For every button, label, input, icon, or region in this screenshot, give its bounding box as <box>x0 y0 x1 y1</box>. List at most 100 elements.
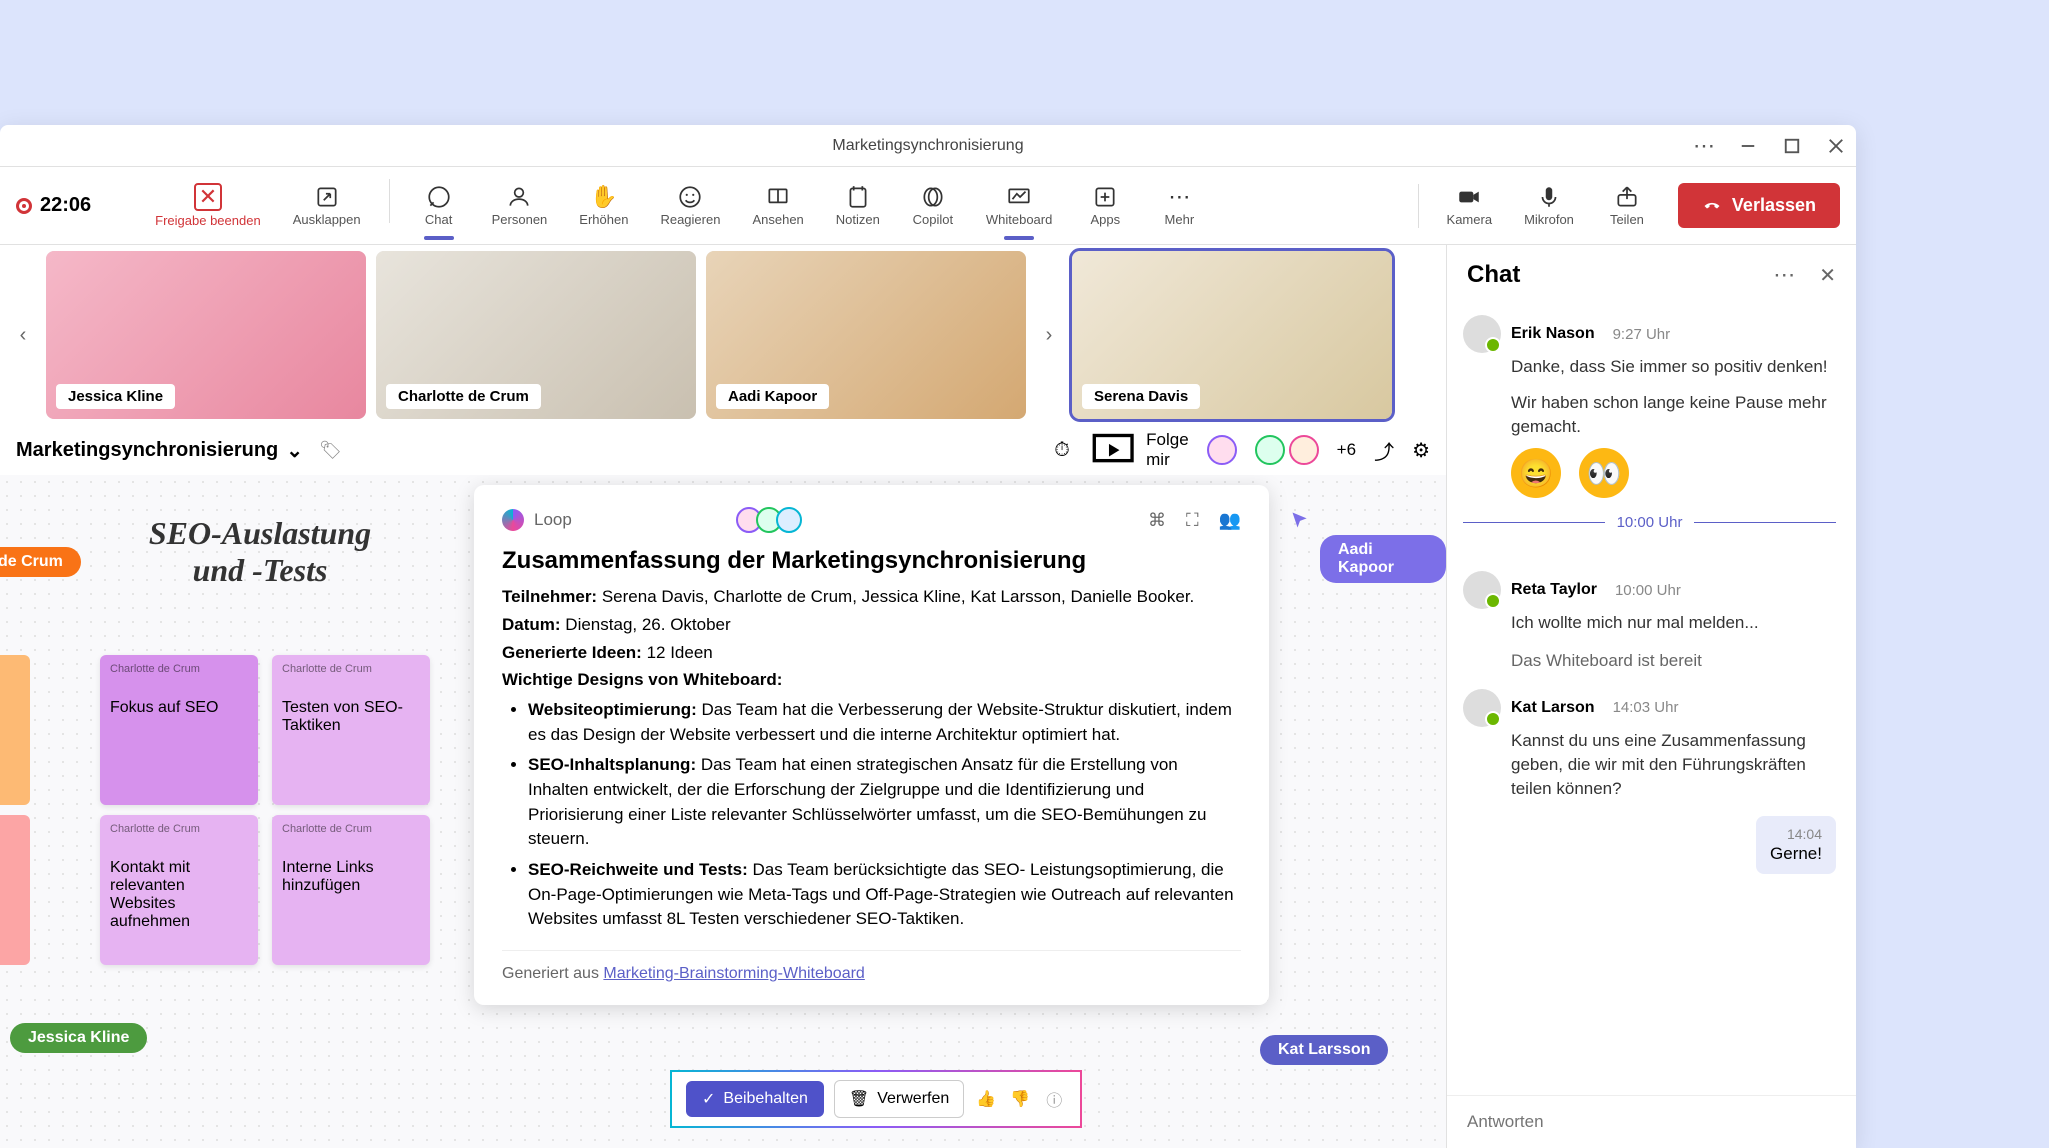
more-icon[interactable] <box>1694 136 1714 156</box>
maximize-button[interactable] <box>1782 136 1802 156</box>
record-icon <box>16 198 32 214</box>
loop-component[interactable]: Loop ⌘ ⛶ 👥 Zusammenfassung der Marketin <box>474 485 1269 1005</box>
sender-name: Kat Larson <box>1511 699 1595 717</box>
loop-actions: ⌘ ⛶ 👥 <box>1148 510 1241 531</box>
participant-name: Charlotte de Crum <box>386 384 541 409</box>
participant-tile[interactable]: Jessica Kline <box>46 251 366 419</box>
people-button[interactable]: Personen <box>478 179 562 232</box>
phone-down-icon <box>1702 196 1722 216</box>
trash-icon: 🗑 <box>849 1089 869 1109</box>
people-icon[interactable]: 👥 <box>1219 510 1241 531</box>
apps-icon <box>1092 184 1118 210</box>
grid-icon[interactable]: ⌘ <box>1148 510 1166 531</box>
popout-button[interactable]: Ausklappen <box>279 179 375 232</box>
emoji-laugh-icon[interactable]: 😄 <box>1511 448 1561 498</box>
chat-button[interactable]: Chat <box>404 179 474 232</box>
content-area: ‹ Jessica Kline Charlotte de Crum Aadi K… <box>0 245 1446 1148</box>
react-button[interactable]: Reagieren <box>646 179 734 232</box>
thumbs-down-button[interactable]: 👎 <box>1008 1087 1032 1111</box>
message-time: 10:00 Uhr <box>1615 582 1681 599</box>
chat-header-actions: ✕ <box>1773 261 1836 289</box>
sticky-note[interactable]: Charlotte de Crum Kontakt mit relevanten… <box>100 815 258 965</box>
scroll-left-button[interactable]: ‹ <box>10 322 36 348</box>
discard-button[interactable]: 🗑 Verwerfen <box>834 1080 964 1118</box>
participant-tile[interactable]: Aadi Kapoor <box>706 251 1026 419</box>
camera-button[interactable]: Kamera <box>1433 180 1507 231</box>
share-button[interactable]: Teilen <box>1592 180 1662 231</box>
expand-icon[interactable]: ⛶ <box>1186 510 1199 531</box>
stop-share-icon: ✕ <box>194 183 222 211</box>
avatar-group[interactable] <box>1255 435 1319 465</box>
close-button[interactable] <box>1826 136 1846 156</box>
more-icon <box>1166 184 1192 210</box>
emoji-eyes-icon[interactable]: 👀 <box>1579 448 1629 498</box>
loop-brand: Loop <box>534 510 572 530</box>
notes-icon <box>845 184 871 210</box>
loop-footer: Generiert aus Marketing-Brainstorming-Wh… <box>502 950 1241 983</box>
sticky-note-partial[interactable] <box>0 815 30 965</box>
toolbar-actions: ✕ Freigabe beenden Ausklappen Chat Perso… <box>141 179 1214 232</box>
loop-body: Teilnehmer: Serena Davis, Charlotte de C… <box>502 585 1241 932</box>
whiteboard-title[interactable]: Marketingsynchronisierung ⌄ <box>16 438 303 463</box>
view-icon <box>765 184 791 210</box>
main-area: ‹ Jessica Kline Charlotte de Crum Aadi K… <box>0 245 1856 1148</box>
avatar <box>1463 571 1501 609</box>
cursor-label: de Crum <box>0 547 81 577</box>
sticky-note-partial[interactable] <box>0 655 30 805</box>
source-link[interactable]: Marketing-Brainstorming-Whiteboard <box>603 965 864 982</box>
chat-message: Erik Nason 9:27 Uhr Danke, dass Sie imme… <box>1463 315 1836 498</box>
gear-icon[interactable]: ⚙ <box>1412 438 1430 463</box>
hand-icon: ✋ <box>591 184 617 210</box>
reply-input[interactable] <box>1467 1112 1836 1132</box>
whiteboard-canvas[interactable]: SEO-Auslastung und -Tests Charlotte de C… <box>0 475 1446 1148</box>
more-icon[interactable] <box>1773 261 1795 289</box>
chat-title: Chat <box>1467 261 1520 289</box>
camera-icon <box>1456 184 1482 210</box>
view-button[interactable]: Ansehen <box>738 179 817 232</box>
more-button[interactable]: Mehr <box>1144 179 1214 232</box>
extra-count[interactable]: +6 <box>1337 440 1356 460</box>
apps-button[interactable]: Apps <box>1070 179 1140 232</box>
whiteboard-button[interactable]: Whiteboard <box>972 179 1066 232</box>
thumbs-up-button[interactable]: 👍 <box>974 1087 998 1111</box>
info-button[interactable]: ⓘ <box>1042 1087 1066 1111</box>
cursor-label: Aadi Kapoor <box>1320 535 1446 583</box>
leave-button[interactable]: Verlassen <box>1678 183 1840 228</box>
share-icon[interactable]: ⤴ <box>1374 436 1394 465</box>
mic-button[interactable]: Mikrofon <box>1510 180 1588 231</box>
chat-messages[interactable]: Erik Nason 9:27 Uhr Danke, dass Sie imme… <box>1447 305 1856 1095</box>
participant-tile[interactable]: Charlotte de Crum <box>376 251 696 419</box>
participant-name: Jessica Kline <box>56 384 175 409</box>
message-text: Gerne! <box>1770 844 1822 864</box>
avatar <box>1255 435 1285 465</box>
timer-icon[interactable]: ⏱ <box>1054 439 1070 462</box>
keep-button[interactable]: ✓ Beibehalten <box>686 1081 824 1117</box>
copilot-button[interactable]: Copilot <box>898 179 968 232</box>
sticky-note[interactable]: Charlotte de Crum Fokus auf SEO <box>100 655 258 805</box>
own-message: 14:04 Gerne! <box>1463 816 1836 874</box>
raise-hand-button[interactable]: ✋ Erhöhen <box>565 179 642 232</box>
sticky-note[interactable]: Charlotte de Crum Interne Links hinzufüg… <box>272 815 430 965</box>
ai-action-bar: ✓ Beibehalten 🗑 Verwerfen 👍 👎 ⓘ <box>670 1070 1082 1128</box>
avatar <box>1463 315 1501 353</box>
minimize-button[interactable] <box>1738 136 1758 156</box>
time-divider: 10:00 Uhr <box>1463 514 1836 531</box>
notes-button[interactable]: Notizen <box>822 179 894 232</box>
message-time: 14:04 <box>1770 826 1822 842</box>
sticky-note[interactable]: Charlotte de Crum Testen von SEO-Taktike… <box>272 655 430 805</box>
popout-icon <box>314 184 340 210</box>
whiteboard-toolbar: Marketingsynchronisierung ⌄ 🏷 ⏱ Folge mi… <box>0 425 1446 475</box>
tag-icon[interactable]: 🏷 <box>319 440 342 461</box>
whiteboard-icon <box>1006 184 1032 210</box>
scroll-right-button[interactable]: › <box>1036 322 1062 348</box>
avatar-group[interactable] <box>1207 435 1237 465</box>
message-bubble: 14:04 Gerne! <box>1756 816 1836 874</box>
participant-tile-active[interactable]: Serena Davis <box>1072 251 1392 419</box>
close-icon[interactable]: ✕ <box>1819 263 1836 288</box>
follow-me-button[interactable]: Folge mir <box>1088 425 1189 475</box>
cursor-label: Kat Larsson <box>1260 1035 1388 1065</box>
chat-input-area <box>1447 1095 1856 1148</box>
stop-sharing-button[interactable]: ✕ Freigabe beenden <box>141 179 275 232</box>
chat-panel: Chat ✕ Erik Nason 9:27 Uhr Danke, dass S… <box>1446 245 1856 1148</box>
message-time: 14:03 Uhr <box>1613 699 1679 716</box>
